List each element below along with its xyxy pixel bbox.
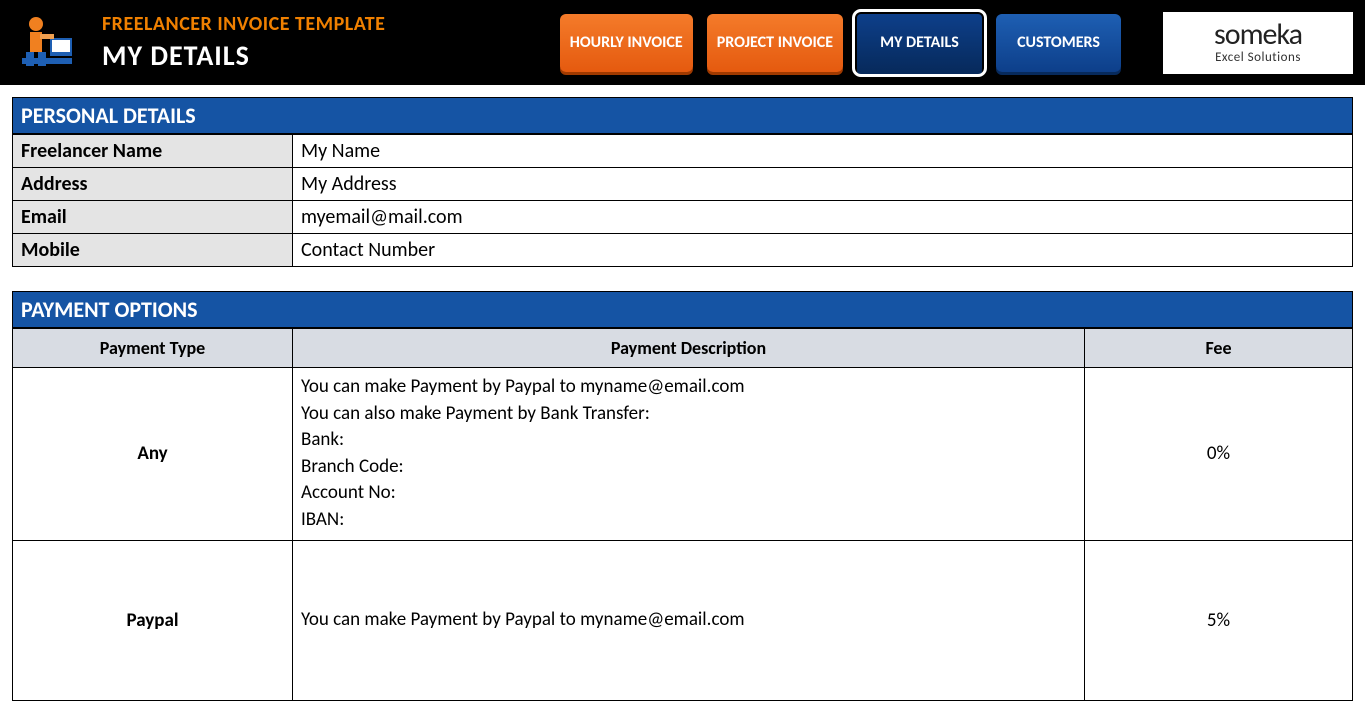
value-email[interactable]: myemail@mail.com <box>293 201 1353 234</box>
header-payment-type: Payment Type <box>13 329 293 368</box>
header-payment-desc: Payment Description <box>293 329 1085 368</box>
content-area: PERSONAL DETAILS Freelancer Name My Name… <box>0 85 1365 713</box>
cell-payment-type[interactable]: Any <box>13 368 293 541</box>
tab-hourly-invoice[interactable]: HOURLY INVOICE <box>560 14 693 72</box>
header-titles: FREELANCER INVOICE TEMPLATE MY DETAILS <box>102 12 385 73</box>
cell-payment-desc[interactable]: You can make Payment by Paypal to myname… <box>293 540 1085 700</box>
header-fee: Fee <box>1085 329 1353 368</box>
label-email: Email <box>13 201 293 234</box>
template-title: FREELANCER INVOICE TEMPLATE <box>102 12 385 36</box>
tab-customers[interactable]: CUSTOMERS <box>996 14 1121 72</box>
cell-fee[interactable]: 5% <box>1085 540 1353 700</box>
value-freelancer-name[interactable]: My Name <box>293 135 1353 168</box>
personal-details-table: Freelancer Name My Name Address My Addre… <box>12 134 1353 267</box>
brand-tagline: Excel Solutions <box>1215 50 1301 65</box>
section-personal-details: PERSONAL DETAILS <box>12 97 1353 134</box>
cell-payment-desc[interactable]: You can make Payment by Paypal to myname… <box>293 368 1085 541</box>
table-row: Address My Address <box>13 168 1353 201</box>
tab-project-invoice[interactable]: PROJECT INVOICE <box>707 14 843 72</box>
table-row: Any You can make Payment by Paypal to my… <box>13 368 1353 541</box>
value-mobile[interactable]: Contact Number <box>293 234 1353 267</box>
cell-payment-type[interactable]: Paypal <box>13 540 293 700</box>
nav-tabs: HOURLY INVOICE PROJECT INVOICE MY DETAIL… <box>560 12 1353 74</box>
table-row: Paypal You can make Payment by Paypal to… <box>13 540 1353 700</box>
brand-name: someka <box>1214 20 1302 50</box>
label-mobile: Mobile <box>13 234 293 267</box>
table-header-row: Payment Type Payment Description Fee <box>13 329 1353 368</box>
page-title: MY DETAILS <box>102 38 385 73</box>
brand-logo: someka Excel Solutions <box>1163 12 1353 74</box>
label-address: Address <box>13 168 293 201</box>
value-address[interactable]: My Address <box>293 168 1353 201</box>
payment-options-table: Payment Type Payment Description Fee Any… <box>12 328 1353 701</box>
label-freelancer-name: Freelancer Name <box>13 135 293 168</box>
tab-my-details[interactable]: MY DETAILS <box>857 14 982 72</box>
table-row: Freelancer Name My Name <box>13 135 1353 168</box>
header-bar: FREELANCER INVOICE TEMPLATE MY DETAILS H… <box>0 0 1365 85</box>
section-payment-options: PAYMENT OPTIONS <box>12 291 1353 328</box>
table-row: Email myemail@mail.com <box>13 201 1353 234</box>
table-row: Mobile Contact Number <box>13 234 1353 267</box>
freelancer-icon <box>12 8 82 78</box>
cell-fee[interactable]: 0% <box>1085 368 1353 541</box>
